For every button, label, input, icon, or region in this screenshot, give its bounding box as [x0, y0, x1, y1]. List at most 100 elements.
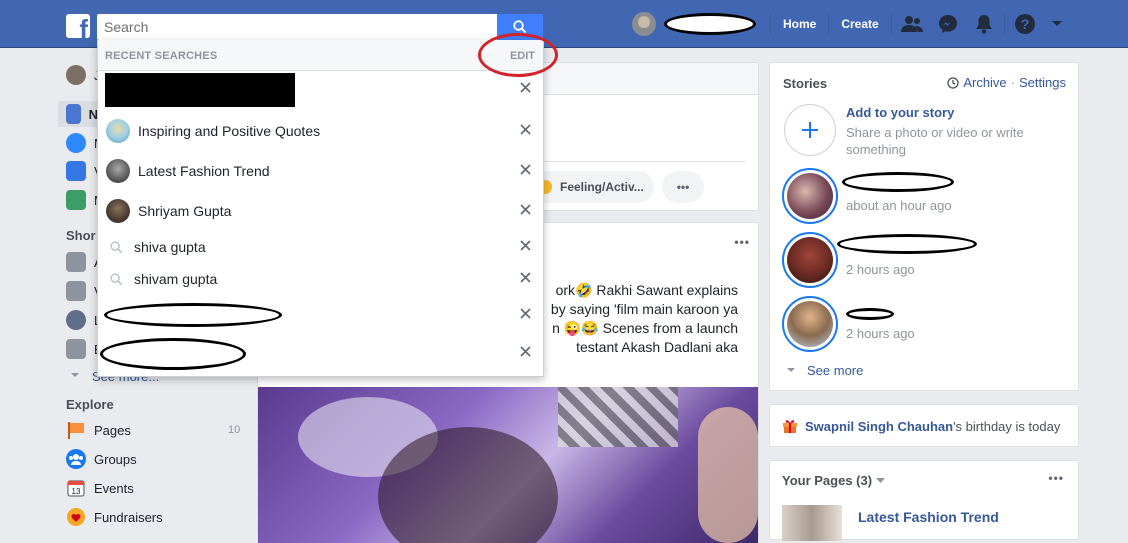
groups-icon	[66, 449, 86, 469]
close-icon[interactable]	[518, 122, 532, 136]
close-icon[interactable]	[518, 306, 532, 320]
redacted-story-name	[842, 172, 954, 192]
sidebar-item-label: Pages	[94, 422, 131, 438]
recent-search-item[interactable]: Shriyam Gupta	[98, 194, 543, 228]
search-input[interactable]	[97, 14, 497, 40]
composer-more-button[interactable]: •••	[662, 171, 704, 203]
top-nav-right: Home Create ?	[632, 0, 1071, 48]
redacted-block	[105, 73, 295, 107]
story-avatar[interactable]	[782, 296, 838, 352]
close-icon[interactable]	[518, 162, 532, 176]
nav-divider	[828, 14, 830, 34]
stories-links: Archive · Settings	[947, 75, 1066, 90]
recent-search-label: shiva gupta	[134, 239, 206, 255]
messenger-icon	[66, 133, 86, 153]
notifications-bell-icon[interactable]	[966, 0, 1002, 48]
profile-avatar[interactable]	[632, 12, 656, 36]
feeling-activity-button[interactable]: Feeling/Activ...	[528, 171, 654, 203]
story-avatar[interactable]	[782, 232, 838, 288]
sidebar-shortcut[interactable]: V	[58, 278, 103, 304]
home-link[interactable]: Home	[773, 0, 826, 48]
fundraiser-heart-icon	[67, 508, 85, 526]
chevron-down-icon	[787, 367, 795, 372]
sidebar-shortcut[interactable]: E	[58, 336, 103, 362]
nav-divider	[890, 14, 892, 34]
sidebar-shortcut[interactable]: A	[58, 249, 103, 275]
help-icon[interactable]: ?	[1007, 0, 1043, 48]
post-options-button[interactable]: •••	[734, 235, 750, 249]
story-time: about an hour ago	[846, 198, 952, 213]
add-story-subtitle: Share a photo or video or write somethin…	[846, 125, 1024, 157]
close-icon[interactable]	[518, 80, 532, 94]
close-icon[interactable]	[518, 270, 532, 284]
recent-search-item[interactable]	[98, 72, 543, 108]
recent-search-item[interactable]	[98, 298, 543, 332]
sidebar-shortcut[interactable]: L	[58, 307, 101, 333]
avatar	[106, 119, 130, 143]
svg-text:13: 13	[72, 487, 81, 496]
avatar	[106, 199, 130, 223]
see-more-label: See more	[807, 363, 864, 378]
sidebar-item-pages[interactable]: Pages 10	[58, 417, 248, 443]
search-icon	[513, 20, 527, 34]
create-link[interactable]: Create	[831, 0, 888, 48]
close-icon[interactable]	[518, 238, 532, 252]
your-pages-card: Your Pages (3) ••• Latest Fashion Trend	[769, 460, 1079, 541]
sidebar-item-events[interactable]: 13 Events	[58, 475, 134, 501]
stories-title: Stories	[783, 76, 828, 91]
add-story-button[interactable]	[784, 104, 836, 156]
stories-settings-link[interactable]: Settings	[1019, 75, 1066, 90]
shortcuts-heading: Shor	[66, 228, 96, 243]
recent-search-item[interactable]: Inspiring and Positive Quotes	[98, 114, 543, 148]
close-icon[interactable]	[518, 344, 532, 358]
sidebar-item-watch[interactable]: V	[58, 158, 103, 184]
explore-heading: Explore	[66, 397, 114, 412]
story-time: 2 hours ago	[846, 326, 915, 341]
birthday-person-link[interactable]: Swapnil Singh Chauhan	[805, 419, 953, 434]
avatar	[106, 159, 130, 183]
search-icon	[110, 272, 126, 286]
svg-text:?: ?	[1020, 16, 1029, 32]
sidebar-item-news-feed[interactable]: N	[58, 101, 98, 127]
story-avatar[interactable]	[782, 168, 838, 224]
recent-search-label: Latest Fashion Trend	[138, 163, 270, 179]
search-bar	[97, 14, 543, 40]
chevron-down-icon	[71, 373, 79, 377]
sidebar-item-fundraisers[interactable]: Fundraisers	[58, 504, 163, 530]
recent-search-item[interactable]: Latest Fashion Trend	[98, 154, 543, 188]
messenger-icon[interactable]	[930, 0, 966, 48]
recent-searches-title: RECENT SEARCHES	[105, 50, 218, 62]
page-thumbnail[interactable]	[782, 505, 842, 541]
group-icon	[66, 252, 86, 272]
redacted-story-name	[837, 234, 977, 254]
sidebar-profile[interactable]: J	[58, 62, 101, 88]
sidebar-item-groups[interactable]: Groups	[58, 446, 137, 472]
post-image[interactable]	[258, 387, 758, 543]
stories-card: Stories Archive · Settings Add to your s…	[769, 62, 1079, 391]
caret-down-icon	[876, 478, 886, 483]
birthday-text: Swapnil Singh Chauhan's birthday is toda…	[805, 419, 1060, 434]
your-page-link[interactable]: Latest Fashion Trend	[858, 509, 999, 525]
recent-search-label: Shriyam Gupta	[138, 203, 232, 219]
avatar	[66, 65, 86, 85]
calendar-icon: 13	[67, 480, 85, 497]
plus-icon	[802, 122, 818, 138]
recent-search-item[interactable]: shiva gupta	[98, 230, 543, 264]
redacted-story-name	[846, 308, 894, 320]
recent-search-item[interactable]	[98, 336, 543, 372]
friend-requests-icon[interactable]	[894, 0, 930, 48]
close-icon[interactable]	[518, 202, 532, 216]
stories-see-more-link[interactable]: See more	[786, 363, 863, 378]
avatar	[66, 310, 86, 330]
nav-divider	[770, 14, 771, 34]
facebook-logo-icon[interactable]: f	[66, 14, 90, 38]
your-pages-options-button[interactable]: •••	[1048, 471, 1064, 485]
your-pages-title[interactable]: Your Pages (3)	[782, 473, 886, 488]
redacted-block	[100, 338, 246, 370]
account-menu-chevron-icon[interactable]	[1043, 0, 1071, 48]
add-story-title[interactable]: Add to your story	[846, 105, 954, 120]
recent-search-item[interactable]: shivam gupta	[98, 262, 543, 296]
stories-archive-link[interactable]: Archive	[963, 75, 1006, 90]
sidebar-item-label: Groups	[94, 451, 137, 467]
annotation-red-circle	[478, 33, 558, 77]
